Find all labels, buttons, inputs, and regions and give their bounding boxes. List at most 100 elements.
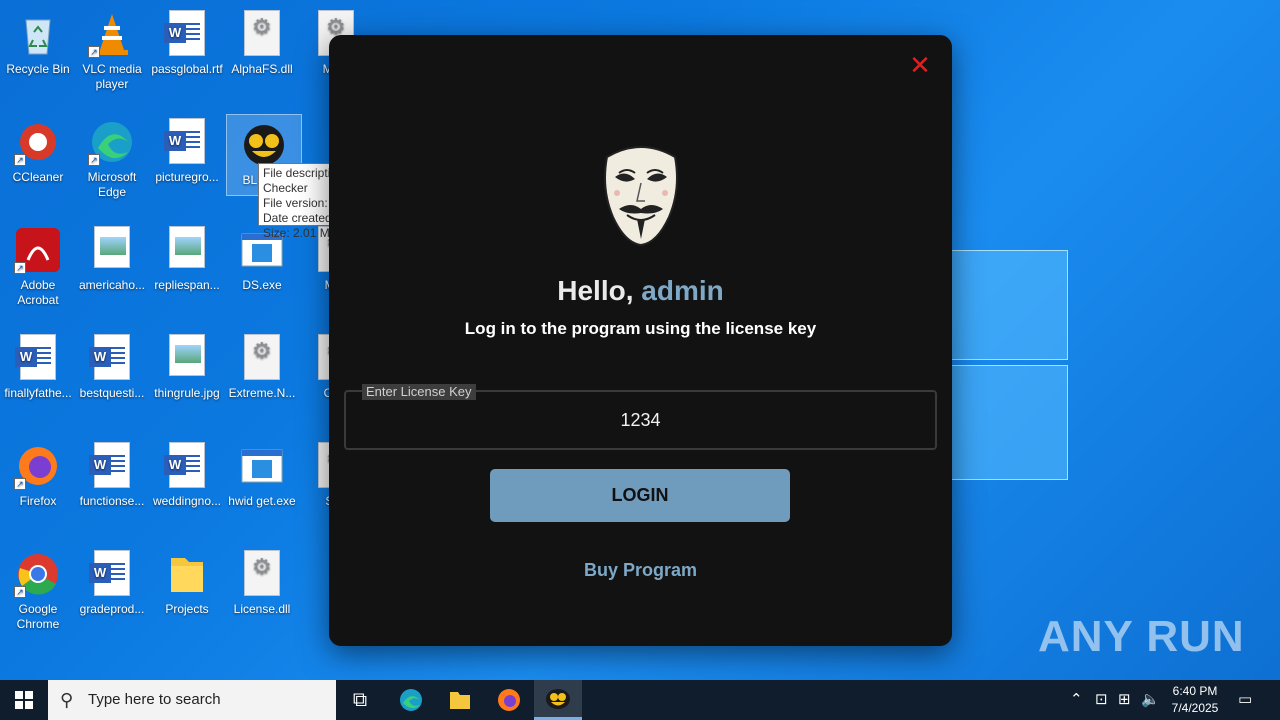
desktop-icon-weddingno[interactable]: W weddingno... bbox=[149, 436, 225, 509]
network-icon: ⊞ bbox=[1118, 691, 1131, 708]
acrobat-icon: ↗ bbox=[14, 226, 62, 274]
word-document-icon: W bbox=[88, 334, 136, 382]
desktop-icon-picturegro[interactable]: W picturegro... bbox=[149, 112, 225, 185]
icon-label: Projects bbox=[165, 602, 209, 616]
folder-icon bbox=[163, 550, 211, 598]
word-document-icon: W bbox=[163, 10, 211, 58]
icon-label: CCleaner bbox=[12, 170, 64, 184]
word-document-icon: W bbox=[163, 118, 211, 166]
login-subtitle: Log in to the program using the license … bbox=[464, 319, 817, 338]
bltools-smiley-icon bbox=[546, 689, 570, 709]
desktop-icon-hwid-get[interactable]: hwid get.exe bbox=[224, 436, 300, 509]
desktop-icon-vlc[interactable]: ↗ VLC media player bbox=[74, 4, 150, 92]
taskbar-file-explorer[interactable] bbox=[436, 680, 484, 720]
desktop-icon-finallyfathe[interactable]: W finallyfathe... bbox=[0, 328, 76, 401]
exe-window-icon bbox=[238, 442, 286, 490]
word-document-icon: W bbox=[88, 550, 136, 598]
icon-label: picturegro... bbox=[155, 170, 219, 184]
folder-icon bbox=[450, 692, 470, 709]
desktop-icon-thingrule[interactable]: thingrule.jpg bbox=[149, 328, 225, 401]
edge-icon bbox=[400, 689, 422, 711]
dll-file-icon bbox=[238, 550, 286, 598]
desktop-icon-americaho[interactable]: americaho... bbox=[74, 220, 150, 293]
icon-label: bestquesti... bbox=[79, 386, 145, 400]
desktop-icon-recycle-bin[interactable]: Recycle Bin bbox=[0, 4, 76, 77]
firefox-icon bbox=[498, 689, 520, 711]
icon-label: AlphaFS.dll bbox=[231, 62, 293, 76]
taskbar-firefox[interactable] bbox=[485, 680, 533, 720]
icon-label: Firefox bbox=[19, 494, 57, 508]
desktop-icon-alphafs[interactable]: AlphaFS.dll bbox=[224, 4, 300, 77]
taskbar-search-box[interactable]: ⚲ Type here to search bbox=[48, 680, 336, 720]
start-button[interactable] bbox=[0, 680, 48, 720]
greeting-text: Hello, bbox=[557, 275, 634, 306]
speaker-icon: 🔈 bbox=[1141, 691, 1160, 708]
login-button[interactable]: LOGIN bbox=[490, 469, 790, 522]
desktop-icon-projects[interactable]: Projects bbox=[149, 544, 225, 617]
word-document-icon: W bbox=[14, 334, 62, 382]
dll-file-icon bbox=[238, 334, 286, 382]
desktop-icon-passglobal[interactable]: W passglobal.rtf bbox=[149, 4, 225, 77]
icon-label: passglobal.rtf bbox=[151, 62, 223, 76]
icon-label: gradeprod... bbox=[79, 602, 145, 616]
desktop-icon-microsoft-edge[interactable]: ↗ Microsoft Edge bbox=[74, 112, 150, 200]
desktop-icon-license-dll[interactable]: License.dll bbox=[224, 544, 300, 617]
desktop-icon-firefox[interactable]: ↗ Firefox bbox=[0, 436, 76, 509]
icon-label: functionse... bbox=[79, 494, 145, 508]
license-key-label: Enter License Key bbox=[362, 384, 476, 400]
show-hidden-icons-button[interactable]: ⌃ bbox=[1070, 680, 1083, 720]
tray-volume[interactable]: 🔈 bbox=[1141, 680, 1160, 720]
icon-label: License.dll bbox=[233, 602, 291, 616]
taskbar: ⚲ Type here to search ⧉ ⌃ ⊡ ⊞ 🔈 6:40 PM … bbox=[0, 680, 1280, 720]
word-document-icon: W bbox=[88, 442, 136, 490]
image-file-icon bbox=[88, 226, 136, 274]
icon-label: Recycle Bin bbox=[6, 62, 70, 76]
icon-label: Microsoft Edge bbox=[87, 170, 137, 199]
icon-label: repliespan... bbox=[154, 278, 220, 292]
taskbar-edge[interactable] bbox=[387, 680, 435, 720]
username-text: admin bbox=[641, 275, 724, 306]
desktop-icon-google-chrome[interactable]: ↗ Google Chrome bbox=[0, 544, 76, 632]
chevron-up-icon: ⌃ bbox=[1070, 691, 1083, 708]
icon-label: Google Chrome bbox=[16, 602, 60, 631]
icon-label: VLC media player bbox=[82, 62, 142, 91]
edge-icon: ↗ bbox=[88, 118, 136, 166]
desktop-icon-bestquesti[interactable]: W bestquesti... bbox=[74, 328, 150, 401]
icon-label: weddingno... bbox=[152, 494, 222, 508]
license-key-input[interactable] bbox=[346, 392, 935, 448]
icon-label: Adobe Acrobat bbox=[17, 278, 59, 307]
image-file-icon bbox=[163, 334, 211, 382]
tray-meet-now[interactable]: ⊡ bbox=[1095, 680, 1108, 720]
firefox-icon: ↗ bbox=[14, 442, 62, 490]
close-icon[interactable]: ✕ bbox=[908, 52, 932, 78]
tray-network[interactable]: ⊞ bbox=[1118, 680, 1131, 720]
taskbar-bltools[interactable] bbox=[534, 680, 582, 720]
image-file-icon bbox=[163, 226, 211, 274]
bltools-smiley-icon bbox=[240, 121, 288, 169]
desktop-icon-ccleaner[interactable]: ↗ CCleaner bbox=[0, 112, 76, 185]
icon-label: Extreme.N... bbox=[228, 386, 296, 400]
desktop-icon-gradeprod[interactable]: W gradeprod... bbox=[74, 544, 150, 617]
icon-label: finallyfathe... bbox=[4, 386, 72, 400]
icon-label: americaho... bbox=[78, 278, 146, 292]
word-document-icon: W bbox=[163, 442, 211, 490]
meet-now-icon: ⊡ bbox=[1095, 691, 1108, 708]
license-login-dialog: ✕ Hello, admin Log in to the program usi… bbox=[329, 35, 952, 646]
clock-date: 7/4/2025 bbox=[1171, 701, 1219, 715]
search-placeholder: Type here to search bbox=[88, 691, 221, 708]
taskbar-clock[interactable]: 6:40 PM 7/4/2025 bbox=[1160, 683, 1230, 717]
ccleaner-icon: ↗ bbox=[14, 118, 62, 166]
desktop-icon-functionse[interactable]: W functionse... bbox=[74, 436, 150, 509]
desktop-icon-adobe-acrobat[interactable]: ↗ Adobe Acrobat bbox=[0, 220, 76, 308]
notification-center-button[interactable]: ▭ bbox=[1238, 680, 1252, 720]
buy-program-link[interactable]: Buy Program bbox=[329, 560, 952, 581]
desktop-icon-extreme[interactable]: Extreme.N... bbox=[224, 328, 300, 401]
icon-label: hwid get.exe bbox=[228, 494, 296, 508]
icon-label: thingrule.jpg bbox=[154, 386, 220, 400]
license-key-field: Enter License Key bbox=[344, 384, 937, 450]
desktop-icon-repliespan[interactable]: repliespan... bbox=[149, 220, 225, 293]
dll-file-icon bbox=[238, 10, 286, 58]
notification-icon: ▭ bbox=[1238, 691, 1253, 708]
task-view-button[interactable]: ⧉ bbox=[336, 680, 384, 720]
greeting-heading: Hello, admin bbox=[329, 275, 952, 307]
